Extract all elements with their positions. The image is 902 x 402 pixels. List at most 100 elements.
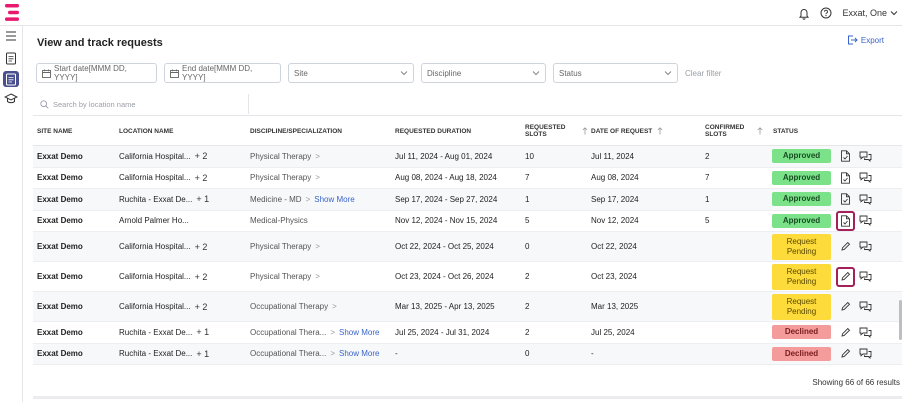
chat-icon[interactable] xyxy=(859,344,872,365)
column-header-location[interactable]: LOCATION NAME xyxy=(119,116,173,146)
chevron-right-icon[interactable]: > xyxy=(330,349,335,358)
chevron-right-icon[interactable]: > xyxy=(315,173,320,182)
more-locations-count[interactable]: + 1 xyxy=(196,194,209,204)
request-date: Oct 22, 2024 xyxy=(591,242,637,251)
sidebar-item-documents[interactable] xyxy=(3,50,19,66)
chat-icon[interactable] xyxy=(859,189,872,210)
chevron-right-icon[interactable]: > xyxy=(332,302,337,311)
column-header-status[interactable]: STATUS xyxy=(773,116,798,146)
view-document-icon[interactable] xyxy=(838,168,853,189)
view-document-icon[interactable] xyxy=(838,189,853,210)
edit-icon[interactable] xyxy=(836,262,855,291)
requested-duration: Jul 25, 2024 - Jul 31, 2024 xyxy=(395,327,490,337)
help-icon[interactable] xyxy=(820,7,832,19)
chevron-right-icon[interactable]: > xyxy=(315,272,320,281)
chat-icon[interactable] xyxy=(859,232,872,261)
bell-icon[interactable] xyxy=(798,7,810,20)
more-locations-count[interactable]: + 2 xyxy=(195,173,208,183)
clear-filter-link[interactable]: Clear filter xyxy=(685,69,721,78)
more-locations-count[interactable]: + 1 xyxy=(196,327,209,337)
site-name: Exxat Demo xyxy=(37,272,83,281)
duration-cell: Nov 12, 2024 - Nov 15, 2024 xyxy=(395,211,497,232)
status-text: Approved xyxy=(782,151,821,161)
sidebar-item-requests[interactable] xyxy=(3,71,19,87)
more-locations-count[interactable]: + 2 xyxy=(195,272,208,282)
site-name: Exxat Demo xyxy=(37,242,83,251)
chevron-right-icon[interactable]: > xyxy=(315,242,320,251)
discipline-cell: Physical Therapy > xyxy=(250,232,320,261)
site-select[interactable]: Site xyxy=(288,63,414,83)
column-header-requested-slots[interactable]: REQUESTED SLOTS xyxy=(525,116,588,146)
location-name[interactable]: California Hospital... xyxy=(119,302,191,311)
export-button[interactable]: Export xyxy=(847,35,884,45)
search-input[interactable] xyxy=(53,99,223,109)
location-name[interactable]: California Hospital... xyxy=(119,152,191,161)
edit-icon[interactable] xyxy=(838,292,853,321)
confirmed-slots-cell: 5 xyxy=(705,211,709,232)
chat-icon[interactable] xyxy=(859,211,872,232)
column-header-duration[interactable]: REQUESTED DURATION xyxy=(395,116,471,146)
confirmed-slots-cell: 2 xyxy=(705,146,709,167)
table-row: Exxat Demo California Hospital... + 2 Physi… xyxy=(33,168,902,189)
site-cell: Exxat Demo xyxy=(37,168,83,189)
status-select[interactable]: Status xyxy=(553,63,678,83)
edit-icon[interactable] xyxy=(838,344,853,365)
location-cell: Ruchita - Exxat De... + 1 xyxy=(119,189,209,210)
location-name[interactable]: California Hospital... xyxy=(119,173,191,182)
requested-slots: 0 xyxy=(525,242,530,251)
discipline-cell: Medical-Physics xyxy=(250,211,308,232)
chat-icon[interactable] xyxy=(859,262,872,291)
more-locations-count[interactable]: + 1 xyxy=(196,349,209,359)
status-badge: Approved xyxy=(772,170,831,185)
chevron-down-icon xyxy=(400,70,408,76)
location-cell: California Hospital... + 2 xyxy=(119,146,207,167)
location-cell: California Hospital... + 2 xyxy=(119,232,207,261)
view-document-icon[interactable] xyxy=(836,210,855,232)
user-menu[interactable]: Exxat, One xyxy=(842,8,898,18)
chevron-right-icon[interactable]: > xyxy=(330,328,335,337)
more-locations-count[interactable]: + 2 xyxy=(195,151,208,161)
edit-icon[interactable] xyxy=(838,232,853,261)
start-date-field[interactable]: Start date[MMM DD, YYYY] xyxy=(36,63,157,83)
chat-icon[interactable] xyxy=(859,168,872,189)
column-header-discipline[interactable]: DISCIPLINE/SPECIALIZATION xyxy=(250,116,342,146)
table-row: Exxat Demo Ruchita - Exxat De... + 1 Medici… xyxy=(33,189,902,211)
requested-slots-cell: 2 xyxy=(525,262,529,291)
column-header-site[interactable]: SITE NAME xyxy=(37,116,72,146)
column-header-date[interactable]: DATE OF REQUEST xyxy=(591,116,663,146)
chat-icon[interactable] xyxy=(859,146,872,167)
show-more-link[interactable]: Show More xyxy=(314,195,354,204)
request-date: Aug 08, 2024 xyxy=(591,173,639,183)
location-name[interactable]: Ruchita - Exxat De... xyxy=(119,195,192,204)
location-name[interactable]: Arnold Palmer Ho... xyxy=(119,216,189,225)
discipline-cell: Occupational Thera... > Show More xyxy=(250,322,379,343)
sidebar-item-programs[interactable] xyxy=(3,91,19,107)
location-name[interactable]: Ruchita - Exxat De... xyxy=(119,328,192,337)
exxat-logo[interactable] xyxy=(5,4,19,21)
requested-duration: Nov 12, 2024 - Nov 15, 2024 xyxy=(395,216,498,226)
end-date-field[interactable]: End date[MMM DD, YYYY] xyxy=(164,63,281,83)
column-header-confirmed-slots[interactable]: CONFIRMED SLOTS xyxy=(705,116,763,146)
discipline-select[interactable]: Discipline xyxy=(421,63,546,83)
edit-icon[interactable] xyxy=(838,322,853,343)
location-name[interactable]: California Hospital... xyxy=(119,242,191,251)
site-name: Exxat Demo xyxy=(37,151,83,161)
location-name[interactable]: Ruchita - Exxat De... xyxy=(119,349,192,358)
table-row: Exxat Demo Ruchita - Exxat De... + 1 Occupa… xyxy=(33,343,902,365)
show-more-link[interactable]: Show More xyxy=(339,349,379,358)
table-row: Exxat Demo Ruchita - Exxat De... + 1 Occupa… xyxy=(33,322,902,344)
chat-icon[interactable] xyxy=(859,322,872,343)
more-locations-count[interactable]: + 2 xyxy=(195,242,208,252)
export-label: Export xyxy=(860,35,884,45)
menu-icon[interactable] xyxy=(3,28,19,44)
chevron-right-icon[interactable]: > xyxy=(306,195,311,204)
horizontal-scrollbar[interactable] xyxy=(33,396,902,399)
show-more-link[interactable]: Show More xyxy=(339,328,379,337)
status-text-line: Pending xyxy=(786,246,817,256)
date-cell: Sep 17, 2024 xyxy=(591,189,639,210)
more-locations-count[interactable]: + 2 xyxy=(195,302,208,312)
view-document-icon[interactable] xyxy=(838,146,853,167)
location-name[interactable]: California Hospital... xyxy=(119,272,191,281)
chevron-right-icon[interactable]: > xyxy=(315,152,320,161)
chat-icon[interactable] xyxy=(859,292,872,321)
